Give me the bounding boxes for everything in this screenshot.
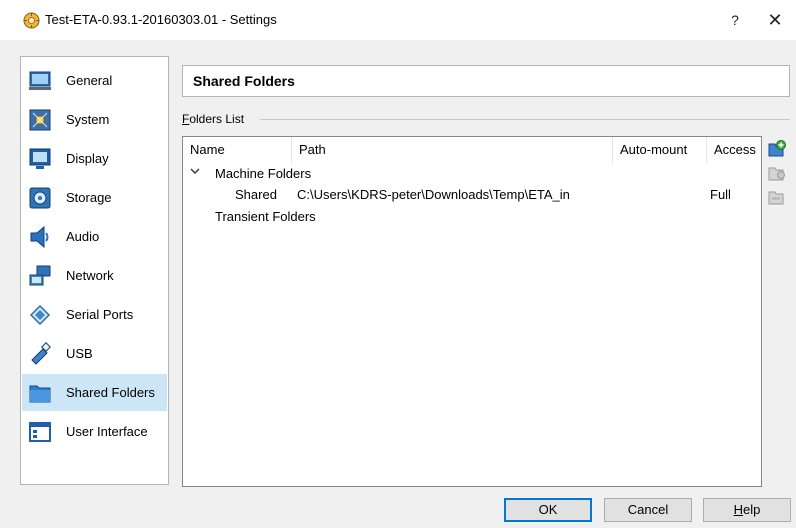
column-header-name[interactable]: Name: [183, 137, 292, 163]
cancel-button[interactable]: Cancel: [604, 498, 692, 522]
title-bar: Test-ETA-0.93.1-20160303.01 - Settings ?…: [0, 0, 796, 40]
sidebar-item-general[interactable]: General: [22, 62, 167, 99]
folders-list-label-rest: olders List: [189, 112, 245, 126]
sidebar-item-label: USB: [66, 346, 93, 361]
storage-icon: [28, 186, 52, 210]
help-label-rest: elp: [743, 502, 761, 517]
sidebar-item-network[interactable]: Network: [22, 257, 167, 294]
window-title: Test-ETA-0.93.1-20160303.01 - Settings: [45, 12, 277, 27]
general-icon: [28, 69, 52, 93]
close-button[interactable]: ✕: [755, 6, 795, 34]
serial-ports-icon: [28, 303, 52, 327]
help-mnemonic: H: [733, 502, 744, 517]
virtualbox-app-icon: [23, 12, 40, 29]
add-folder-icon[interactable]: [768, 140, 786, 158]
sidebar-item-display[interactable]: Display: [22, 140, 167, 177]
sidebar-item-system[interactable]: System: [22, 101, 167, 138]
sidebar-item-label: Shared Folders: [66, 385, 155, 400]
sidebar-item-label: System: [66, 112, 110, 127]
sidebar-item-user-interface[interactable]: User Interface: [22, 413, 167, 450]
help-title-button[interactable]: ?: [715, 6, 755, 34]
remove-folder-icon[interactable]: [768, 188, 786, 206]
sidebar-item-label: Network: [66, 268, 114, 283]
sidebar-item-label: User Interface: [66, 424, 148, 439]
user-interface-icon: [28, 420, 52, 444]
sidebar-item-audio[interactable]: Audio: [22, 218, 167, 255]
network-icon: [28, 264, 52, 288]
column-header-access[interactable]: Access: [707, 137, 762, 163]
system-icon: [28, 108, 52, 132]
column-header-path[interactable]: Path: [292, 137, 613, 163]
audio-icon: [28, 225, 52, 249]
sidebar-item-label: Display: [66, 151, 109, 166]
shared-folder-name[interactable]: Shared: [235, 185, 277, 205]
column-header-auto-mount[interactable]: Auto-mount: [613, 137, 707, 163]
shared-folder-access[interactable]: Full: [710, 185, 731, 205]
help-button[interactable]: Help: [703, 498, 791, 522]
chevron-down-icon[interactable]: [189, 165, 201, 177]
usb-icon: [28, 341, 52, 366]
tree-group-transient-folders[interactable]: Transient Folders: [215, 207, 316, 227]
sidebar-item-label: Audio: [66, 229, 100, 244]
tree-group-machine-folders[interactable]: Machine Folders: [215, 164, 311, 184]
page-title: Shared Folders: [193, 73, 295, 89]
folders-list-label: Folders List: [182, 112, 244, 126]
group-divider: [260, 119, 790, 120]
sidebar-item-serial-ports[interactable]: Serial Ports: [22, 296, 167, 333]
folders-tree[interactable]: Name Path Auto-mount Access Machine Fold…: [182, 136, 762, 487]
sidebar-item-shared-folders[interactable]: Shared Folders: [22, 374, 167, 411]
shared-folders-icon: [28, 381, 52, 405]
edit-folder-icon[interactable]: [768, 164, 786, 182]
shared-folder-path[interactable]: C:\Users\KDRS-peter\Downloads\Temp\ETA_i…: [297, 185, 570, 205]
settings-sidebar: General System Display Storage Audio Net…: [20, 56, 169, 485]
sidebar-item-label: Serial Ports: [66, 307, 134, 322]
display-icon: [28, 147, 52, 171]
sidebar-item-storage[interactable]: Storage: [22, 179, 167, 216]
sidebar-item-label: General: [66, 73, 113, 88]
page-header: Shared Folders: [182, 65, 790, 97]
ok-button[interactable]: OK: [504, 498, 592, 522]
sidebar-item-label: Storage: [66, 190, 112, 205]
folder-tools: [768, 140, 790, 220]
sidebar-item-usb[interactable]: USB: [22, 335, 167, 372]
